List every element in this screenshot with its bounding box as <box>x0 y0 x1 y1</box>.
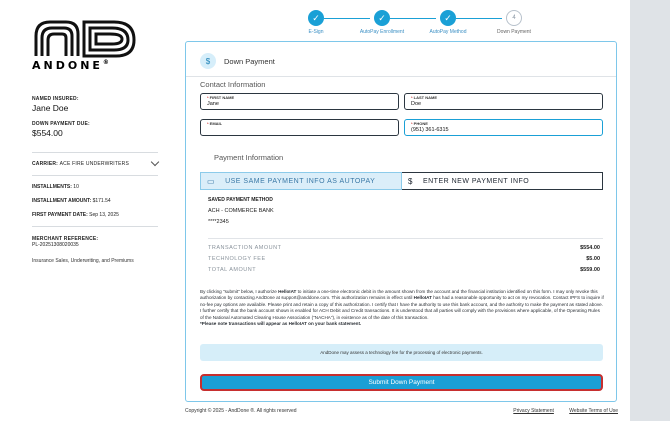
anddone-logo-icon <box>34 20 136 58</box>
card-title: Down Payment <box>224 56 275 66</box>
card-icon: ▭ <box>207 176 216 186</box>
named-insured-label: NAMED INSURED: <box>32 96 79 102</box>
down-payment-card: $ Down Payment Contact Information * FIR… <box>185 41 617 402</box>
carrier-dropdown[interactable]: CARRIER: ACE FIRE UNDERWRITERS <box>32 152 160 176</box>
check-icon: ✓ <box>308 10 324 26</box>
step-esign: ✓ E-Sign <box>286 10 346 35</box>
anddone-logo: ANDONE® <box>32 16 142 72</box>
account-last4: ****2345 <box>208 219 229 225</box>
contact-info-title: Contact Information <box>200 80 266 89</box>
saved-payment-method: SAVED PAYMENT METHOD ACH - COMMERCE BANK… <box>208 197 274 225</box>
technology-fee-row: TECHNOLOGY FEE $5.00 <box>208 256 600 262</box>
step-down-payment: 4 Down Payment <box>484 10 544 35</box>
technology-fee-notice: AndDone may assess a technology fee for … <box>200 344 603 361</box>
divider <box>208 238 603 239</box>
tab-use-same-payment[interactable]: ▭ USE SAME PAYMENT INFO AS AUTOPAY <box>200 172 402 190</box>
bank-name: ACH - COMMERCE BANK <box>208 208 274 214</box>
merchant-description: Insurance Sales, Underwriting, and Premi… <box>32 258 134 264</box>
email-field[interactable]: * EMAIL <box>200 119 399 136</box>
brand-wordmark: ANDONE® <box>32 59 109 72</box>
footer: Copyright © 2025 - AndDone ®. All rights… <box>185 408 618 414</box>
submit-down-payment-button[interactable]: Submit Down Payment <box>200 374 603 391</box>
privacy-statement-link[interactable]: Privacy Statement <box>513 408 554 414</box>
statement-note: *Please note transactions will appear as… <box>200 321 362 327</box>
installment-amount-row: INSTALLMENT AMOUNT: $171.54 <box>32 198 111 204</box>
authorization-text: By clicking "submit" below, I authorize … <box>200 289 604 327</box>
last-name-field[interactable]: * LAST NAME Doe <box>404 93 603 110</box>
tab-enter-new-payment[interactable]: $ ENTER NEW PAYMENT INFO <box>402 172 603 190</box>
totals-summary: TRANSACTION AMOUNT $554.00 TECHNOLOGY FEE… <box>208 245 600 278</box>
progress-stepper: ✓ E-Sign ✓ AutoPay Enrollment ✓ AutoPay … <box>286 10 531 40</box>
carrier-label: CARRIER: <box>32 161 59 167</box>
first-name-field[interactable]: * FIRST NAME Jane <box>200 93 399 110</box>
merchant-reference-value: PL-20251308020035 <box>32 242 79 248</box>
dollar-icon: $ <box>200 53 216 69</box>
check-icon: ✓ <box>440 10 456 26</box>
total-amount-row: TOTAL AMOUNT $559.00 <box>208 267 600 273</box>
copyright-text: Copyright © 2025 - AndDone ®. All rights… <box>185 408 297 414</box>
down-payment-due-value: $554.00 <box>32 128 63 138</box>
carrier-value: ACE FIRE UNDERWRITERS <box>59 161 130 167</box>
step-number: 4 <box>506 10 522 26</box>
first-payment-date-row: FIRST PAYMENT DATE: Sep 13, 2025 <box>32 212 119 218</box>
dollar-circle-icon: $ <box>408 176 413 186</box>
sidebar: ANDONE® NAMED INSURED: Jane Doe DOWN PAY… <box>0 0 172 421</box>
terms-of-use-link[interactable]: Website Terms of Use <box>569 408 618 414</box>
main-panel: ✓ E-Sign ✓ AutoPay Enrollment ✓ AutoPay … <box>172 0 630 421</box>
step-autopay-enrollment: ✓ AutoPay Enrollment <box>352 10 412 35</box>
step-autopay-method: ✓ AutoPay Method <box>418 10 478 35</box>
transaction-amount-row: TRANSACTION AMOUNT $554.00 <box>208 245 600 251</box>
chevron-down-icon[interactable] <box>150 157 160 167</box>
down-payment-due-label: DOWN PAYMENT DUE: <box>32 121 90 127</box>
payment-info-title: Payment Information <box>214 153 284 162</box>
installments-row: INSTALLMENTS: 10 <box>32 184 79 190</box>
check-icon: ✓ <box>374 10 390 26</box>
named-insured-value: Jane Doe <box>32 103 69 113</box>
phone-field[interactable]: * PHONE (951) 361-6315 <box>404 119 603 136</box>
background-gutter <box>630 0 670 421</box>
payment-tabs: ▭ USE SAME PAYMENT INFO AS AUTOPAY $ ENT… <box>200 172 603 190</box>
divider <box>186 76 616 77</box>
